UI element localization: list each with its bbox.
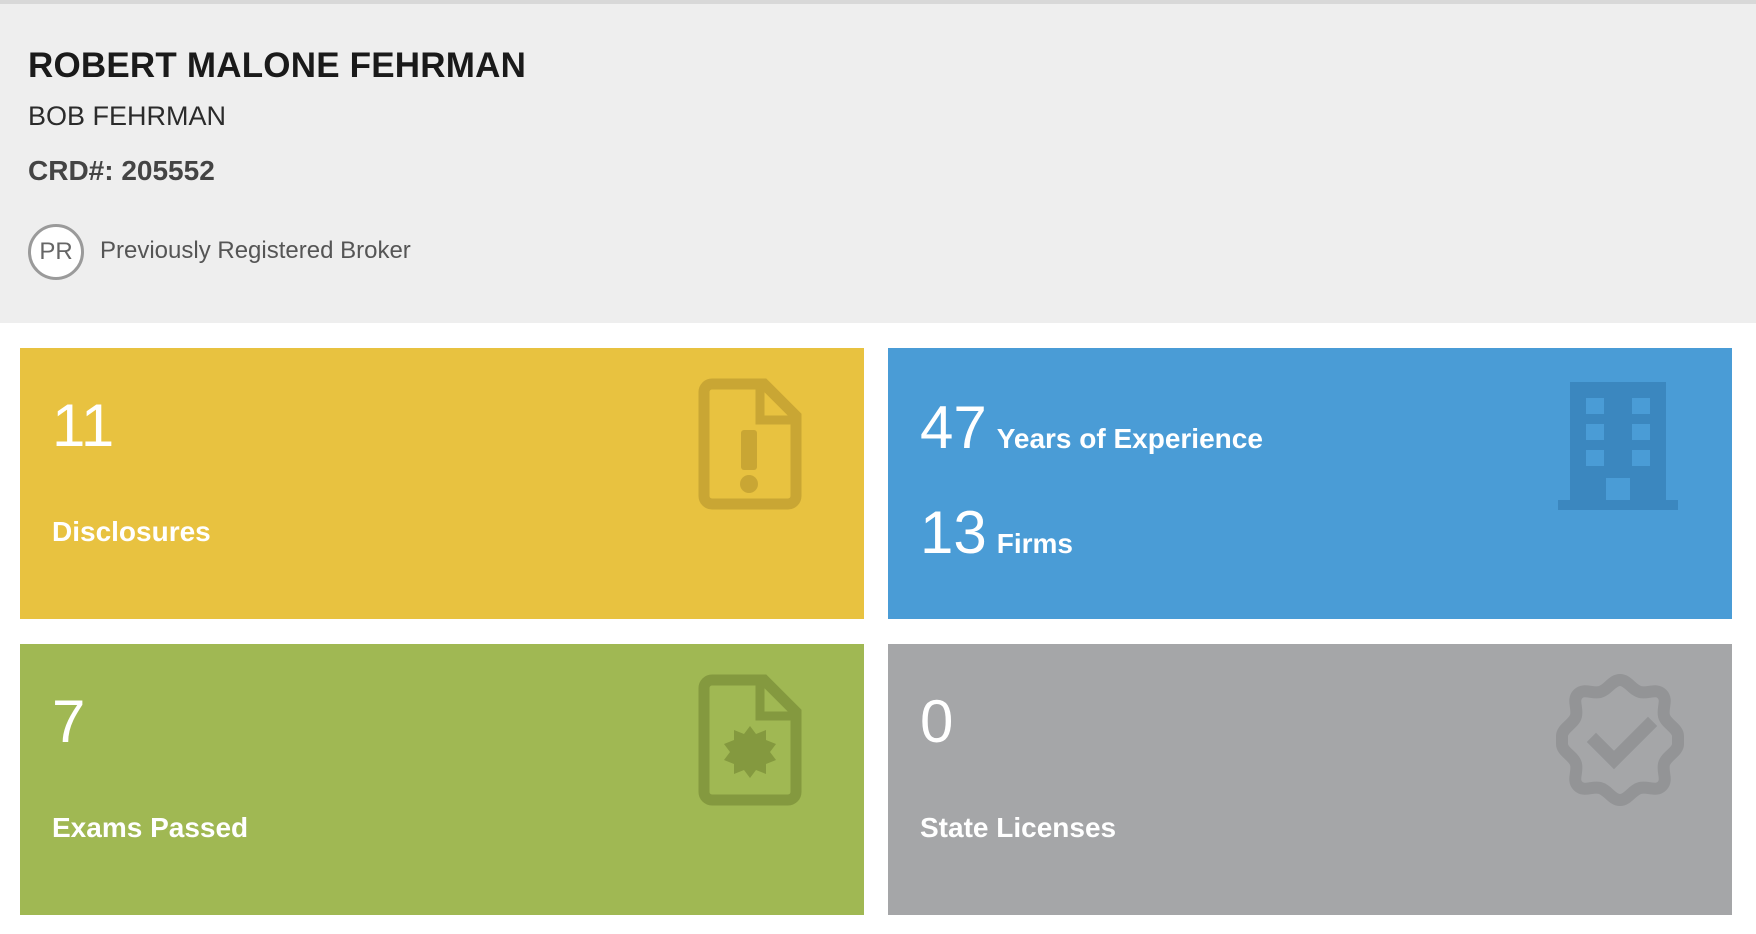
disclosures-tile[interactable]: 11 Disclosures xyxy=(20,348,864,619)
firms-value: 13 xyxy=(920,499,987,566)
broker-alias: BOB FEHRMAN xyxy=(28,101,227,131)
document-seal-icon xyxy=(698,674,802,806)
firms-label: Firms xyxy=(996,528,1073,559)
profile-header: ROBERT MALONE FEHRMAN BOB FEHRMAN CRD#: … xyxy=(0,0,1756,323)
crd-number: CRD#: 205552 xyxy=(28,155,215,186)
disclosures-count: 11 xyxy=(52,392,115,459)
firms-row: 13 Firms xyxy=(920,503,1073,563)
years-value: 47 xyxy=(920,394,987,461)
exams-label: Exams Passed xyxy=(52,812,249,843)
licenses-label: State Licenses xyxy=(920,812,1117,843)
check-seal-icon xyxy=(1554,674,1686,806)
licenses-tile[interactable]: 0 State Licenses xyxy=(888,644,1732,915)
exams-tile[interactable]: 7 Exams Passed xyxy=(20,644,864,915)
experience-tile[interactable]: 47 Years of Experience 13 Firms xyxy=(888,348,1732,619)
status-badge: PR xyxy=(28,224,84,280)
document-exclamation-icon xyxy=(698,378,802,510)
exams-count: 7 xyxy=(52,688,86,755)
status-text: Previously Registered Broker xyxy=(100,237,411,264)
licenses-count: 0 xyxy=(920,688,954,755)
building-icon xyxy=(1558,378,1678,510)
disclosures-label: Disclosures xyxy=(52,516,211,547)
years-row: 47 Years of Experience xyxy=(920,398,1263,458)
years-label: Years of Experience xyxy=(996,423,1263,454)
broker-full-name: ROBERT MALONE FEHRMAN xyxy=(28,46,527,85)
